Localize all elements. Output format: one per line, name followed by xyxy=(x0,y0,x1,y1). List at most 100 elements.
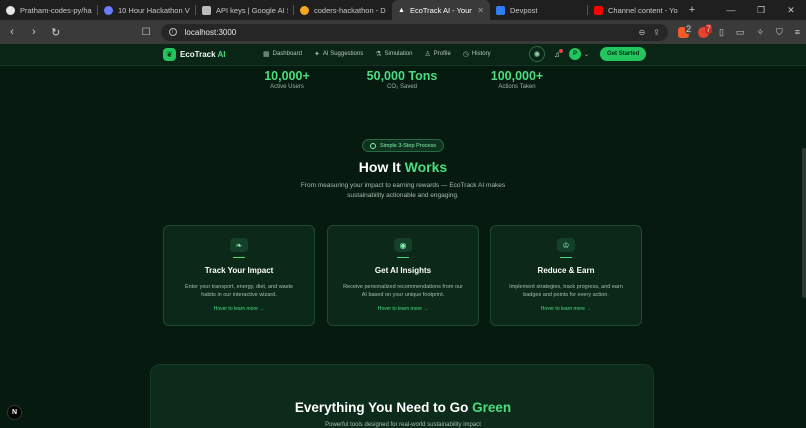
nav-history[interactable]: ◷ History xyxy=(463,50,491,58)
brave-rewards-icon[interactable]: 7 xyxy=(697,23,712,38)
nav-profile[interactable]: ♙ Profile xyxy=(425,50,451,58)
card-description: Enter your transport, energy, diet, and … xyxy=(184,284,294,298)
how-it-works-title: How It Works xyxy=(358,159,448,175)
card-title: Track Your Impact xyxy=(204,266,274,275)
stat-actions-taken: 100,000+ Actions Taken xyxy=(457,69,577,90)
hackathon-icon xyxy=(104,5,113,15)
page-viewport: ❦ EcoTrack AI ▦ Dashboard ✦ AI Suggestions… xyxy=(0,44,806,428)
step-card-track[interactable]: ❧ Track Your Impact Enter your transport… xyxy=(163,225,315,326)
brave-shields-icon[interactable]: 2 xyxy=(677,23,692,38)
card-description: Implement strategies, track progress, an… xyxy=(509,284,623,298)
rewards-badge: 7 xyxy=(704,23,712,34)
tab-title: API keys | Google AI Studio xyxy=(216,5,288,15)
tab-title: 10 Hour Hackathon Vibe xyxy=(118,5,190,15)
stat-value: 50,000 Tons xyxy=(366,69,438,83)
app-navbar: ❦ EcoTrack AI ▦ Dashboard ✦ AI Suggestions… xyxy=(0,44,806,66)
card-divider xyxy=(560,257,572,258)
sparkle-icon: ✦ xyxy=(313,51,320,58)
back-icon[interactable]: ‹ xyxy=(6,26,18,38)
grid-icon: ▦ xyxy=(263,51,270,58)
browser-tab[interactable]: Devpost xyxy=(490,0,588,20)
stat-value: 10,000+ xyxy=(264,69,310,83)
card-learn-more-link[interactable]: Hover to learn more → xyxy=(491,306,641,312)
leaf-logo-icon: ❦ xyxy=(163,48,176,61)
features-subtitle: Powerful tools designed for real-world s… xyxy=(325,422,481,428)
notification-dot xyxy=(559,48,563,53)
step-card-insights[interactable]: ◉ Get AI Insights Receive personalized r… xyxy=(327,225,479,326)
leaf-icon: ❧ xyxy=(230,238,248,252)
wallet-icon[interactable]: ▭ xyxy=(736,27,745,38)
stat-co2-saved: 50,000 Tons CO₂ Saved xyxy=(342,69,462,90)
nav-dashboard[interactable]: ▦ Dashboard xyxy=(263,50,302,58)
lightbulb-icon: ◉ xyxy=(394,238,412,252)
nav-ai-suggestions[interactable]: ✦ AI Suggestions xyxy=(314,50,363,58)
stat-label: Actions Taken xyxy=(498,84,536,90)
forward-icon[interactable]: › xyxy=(28,26,40,38)
brave-badge: 2 xyxy=(684,23,692,34)
tab-title: coders-hackathon - Datab xyxy=(314,5,386,15)
brand[interactable]: ❦ EcoTrack AI xyxy=(163,48,226,61)
browser-tab[interactable]: Pratham-codes-py/hackth xyxy=(0,0,98,20)
how-it-works-subtitle: From measuring your impact to earning re… xyxy=(300,182,506,199)
close-tab-icon[interactable]: ✕ xyxy=(477,6,484,15)
vpn-icon[interactable]: ⛉ xyxy=(776,27,783,38)
window-controls: — ❐ ✕ xyxy=(716,5,806,16)
restore-icon[interactable]: ❐ xyxy=(746,5,776,16)
nav-simulation[interactable]: ⚗ Simulation xyxy=(375,50,412,58)
reload-icon[interactable]: ↻ xyxy=(50,26,62,39)
menu-icon[interactable]: ≡ xyxy=(795,27,800,38)
features-panel xyxy=(150,364,654,428)
browser-tab[interactable]: 10 Hour Hackathon Vibe xyxy=(98,0,196,20)
avatar[interactable]: P xyxy=(569,48,581,60)
get-started-button[interactable]: Get Started xyxy=(600,47,647,61)
chevron-down-icon[interactable]: ⌄ xyxy=(584,51,589,58)
new-tab-button[interactable]: + xyxy=(684,4,700,16)
tab-title: Channel content - YouTub xyxy=(608,5,678,15)
site-info-icon[interactable]: i xyxy=(168,28,177,36)
vercel-icon: ▲ xyxy=(398,6,405,14)
extensions-area: 2 7 xyxy=(677,23,712,38)
browser-tab[interactable]: coders-hackathon - Datab xyxy=(294,0,392,20)
sidebar-icon[interactable]: ▯ xyxy=(719,27,724,38)
zoom-icon[interactable]: ⊖ xyxy=(639,28,646,37)
card-title: Reduce & Earn xyxy=(537,266,595,275)
browser-right-tools: ▯ ▭ ✧ ⛉ ≡ xyxy=(719,27,800,38)
stat-value: 100,000+ xyxy=(490,69,544,83)
process-badge: Simple 3-Step Process xyxy=(362,139,444,152)
browser-toolbar: ‹ › ↻ ☐ i localhost:3000 ⊖ ⇪ 2 7 ▯ ▭ ✧ ⛉… xyxy=(0,20,806,44)
card-divider xyxy=(233,257,245,258)
stat-label: CO₂ Saved xyxy=(386,84,417,90)
card-learn-more-link[interactable]: Hover to learn more → xyxy=(164,306,314,312)
features-title: Everything You Need to Go Green xyxy=(294,400,512,415)
share-icon[interactable]: ⇪ xyxy=(653,28,660,37)
tab-title: Devpost xyxy=(510,5,538,15)
browser-tab[interactable]: Channel content - YouTub xyxy=(588,0,684,20)
nextjs-dev-indicator[interactable]: N xyxy=(7,405,22,420)
bookmark-icon[interactable]: ☐ xyxy=(142,27,151,38)
nav-links: ▦ Dashboard ✦ AI Suggestions ⚗ Simulation ♙… xyxy=(263,50,491,58)
close-window-icon[interactable]: ✕ xyxy=(776,5,806,16)
address-bar[interactable]: i localhost:3000 ⊖ ⇪ xyxy=(160,23,668,41)
browser-tab-active[interactable]: ▲ EcoTrack AI - Your Per ✕ xyxy=(392,0,490,20)
step-card-reduce[interactable]: ♔ Reduce & Earn Implement strategies, tr… xyxy=(490,225,642,326)
history-icon: ◷ xyxy=(462,51,469,58)
brand-name: EcoTrack AI xyxy=(180,50,226,59)
tab-title: Pratham-codes-py/hackth xyxy=(20,5,92,15)
trophy-icon: ♔ xyxy=(557,238,575,252)
nav-right: ✺ ♫ P ⌄ Get Started xyxy=(529,46,647,62)
browser-tab[interactable]: API keys | Google AI Studio xyxy=(196,0,294,20)
flask-icon: ⚗ xyxy=(375,51,382,58)
card-divider xyxy=(397,257,409,258)
theme-toggle-icon[interactable]: ✺ xyxy=(529,46,545,62)
stat-active-users: 10,000+ Active Users xyxy=(227,69,347,90)
github-icon xyxy=(6,5,15,15)
minimize-icon[interactable]: — xyxy=(716,5,746,16)
page-scrollbar[interactable] xyxy=(802,148,806,298)
card-learn-more-link[interactable]: Hover to learn more → xyxy=(328,306,478,312)
youtube-icon xyxy=(594,5,603,15)
card-title: Get AI Insights xyxy=(374,266,432,275)
leo-ai-icon[interactable]: ✧ xyxy=(756,27,764,38)
url-text[interactable]: localhost:3000 xyxy=(185,28,631,37)
devpost-icon xyxy=(496,5,505,15)
notifications-bell-icon[interactable]: ♫ xyxy=(554,48,563,59)
